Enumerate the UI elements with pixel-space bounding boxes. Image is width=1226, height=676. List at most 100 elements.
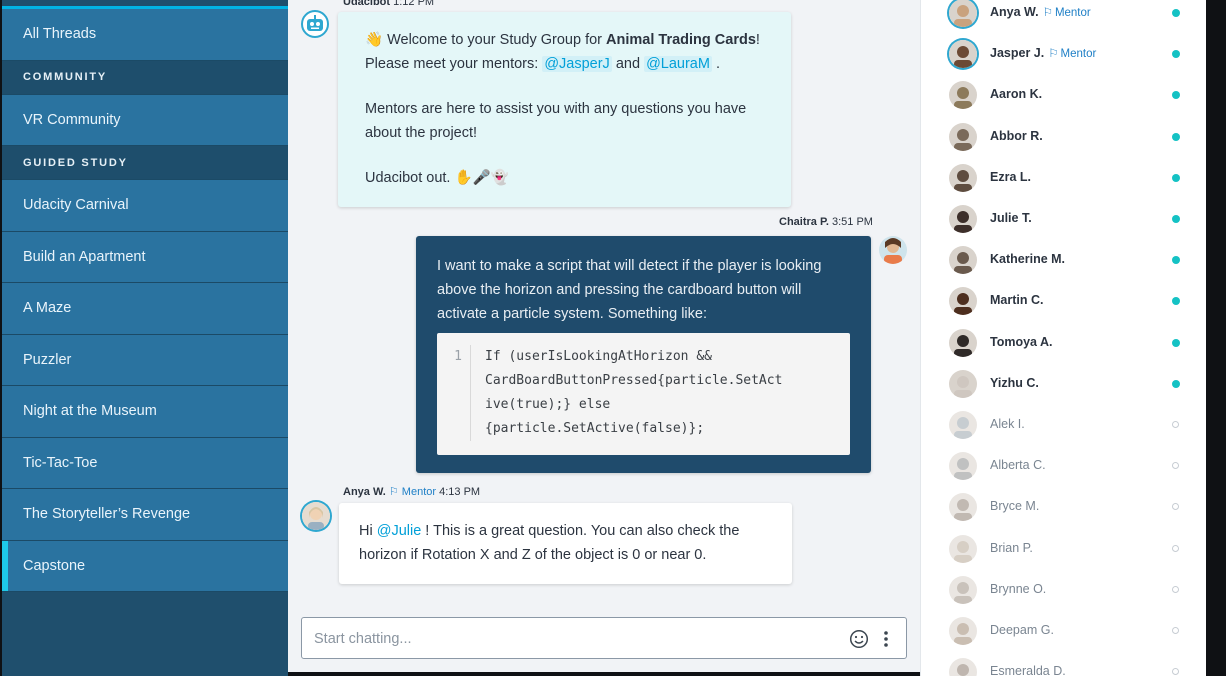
member-name-wrap: Julie T. [990,211,1032,225]
member-row[interactable]: Brynne O. [921,575,1206,617]
sidebar-label: Build an Apartment [23,248,146,265]
sidebar-item-vr-community[interactable]: VR Community [2,94,288,146]
mention-laurám[interactable]: @LauraM [644,56,712,72]
member-name-wrap: Martin C. [990,293,1043,307]
mentor-flag-icon: ⚐ [1042,7,1053,19]
anya-avatar [302,502,330,530]
member-role: Mentor [1054,7,1091,19]
member-name-wrap: Aaron K. [990,87,1042,101]
member-row[interactable]: Anya W. ⚐ Mentor [921,0,1206,40]
mentors-intro-text: Please meet your mentors: [365,56,543,72]
chaitra-author: Chaitra P. [779,216,829,228]
member-row[interactable]: Bryce M. [921,493,1206,534]
offline-status-dot [1172,544,1179,552]
sidebar-item-a-maze[interactable]: A Maze [2,283,288,335]
member-row[interactable]: Abbor R. [921,122,1206,164]
member-row[interactable]: Yizhu C. [921,369,1206,411]
member-row[interactable]: Alberta C. [921,452,1206,493]
online-status-dot [1172,338,1180,347]
sidebar-item-udacity-carnival[interactable]: Udacity Carnival [2,180,288,232]
member-name-wrap: Abbor R. [990,129,1043,143]
mentor-flag-icon: ⚐ [388,486,399,498]
sidebar-label: The Storyteller’s Revenge [23,506,191,523]
member-name-wrap: Esmeralda D. [990,664,1066,676]
chat-composer [301,617,907,659]
avatar [949,534,977,563]
online-status-dot [1172,173,1180,182]
more-options-icon[interactable] [875,628,897,650]
sidebar-label: Puzzler [23,351,72,368]
mention-jasperj[interactable]: @JasperJ [542,56,612,72]
offline-status-dot [1172,585,1179,593]
avatar [949,0,977,27]
code-block: 1 If (userIsLookingAtHorizon && CardBoar… [437,333,850,455]
member-name: Yizhu C. [990,375,1039,390]
member-name: Ezra L. [990,169,1031,184]
member-row[interactable]: Esmeralda D. [921,658,1206,676]
sidebar-item-the-storyteller-s-revenge[interactable]: The Storyteller’s Revenge [2,489,288,541]
member-row[interactable]: Katherine M. [921,246,1206,287]
member-row[interactable]: Ezra L. [921,163,1206,205]
member-role: Mentor [1060,48,1097,61]
member-name-wrap: Alberta C. [990,458,1046,472]
sidebar-item-puzzler[interactable]: Puzzler [2,334,288,386]
sidebar-label: VR Community [23,111,121,128]
bot-welcome-text: Welcome to your Study Group for [387,32,607,48]
avatar [949,617,977,645]
chat-input[interactable] [314,628,814,650]
mentors-end-text: . [711,56,721,72]
member-row[interactable]: Aaron K. [921,81,1206,122]
member-row[interactable]: Deepam G. [921,617,1206,658]
member-row[interactable]: Julie T. [921,205,1206,246]
member-name: Jasper J. [990,46,1045,61]
sidebar-label: Udacity Carnival [23,197,129,214]
member-row[interactable]: Brian P. [921,534,1206,576]
member-row[interactable]: Jasper J. ⚐ Mentor [921,40,1206,81]
emoji-icon[interactable] [848,628,870,650]
anya-time: 4:13 PM [439,486,481,498]
bot-mentors-line: Please meet your mentors: @JasperJ and @… [365,52,764,76]
study-group-name: Animal Trading Cards [606,32,756,48]
avatar [949,163,977,192]
bot-message-bubble: 👋 Welcome to your Study Group for Animal… [338,12,791,207]
bot-message-meta: Udacibot 1:12 PM [343,0,434,8]
member-name: Alberta C. [990,458,1046,473]
bot-signoff-line: Udacibot out. ✋🎤👻 [365,166,764,190]
sidebar-item-tic-tac-toe[interactable]: Tic-Tac-Toe [2,437,288,489]
sidebar-item-night-at-the-museum[interactable]: Night at the Museum [2,386,288,438]
sidebar-label: Capstone [23,557,86,574]
member-name: Anya W. [990,5,1039,19]
online-status-dot [1172,379,1180,388]
avatar [949,328,977,357]
member-name-wrap: Tomoya A. [990,335,1053,349]
sidebar-section-header: COMMUNITY [2,60,288,95]
member-row[interactable]: Alek I. [921,411,1206,452]
sidebar-item-build-an-apartment[interactable]: Build an Apartment [2,231,288,283]
offline-status-dot [1172,462,1179,470]
offline-status-dot [1172,421,1179,428]
member-name: Katherine M. [990,252,1066,267]
member-name: Martin C. [990,293,1044,308]
chaitra-time: 3:51 PM [832,216,873,228]
avatar [949,40,977,69]
sidebar-item-all-threads[interactable]: All Threads [2,9,288,61]
online-status-dot [1172,50,1180,59]
sidebar-item-capstone[interactable]: Capstone [2,540,288,592]
mention-julie[interactable]: @Julie [377,523,422,539]
code-line-number: 1 [437,345,471,441]
udacibot-avatar [301,10,329,38]
mentor-flag-icon: ⚐ [1048,48,1059,61]
avatar [949,81,977,110]
window-edge [1206,0,1226,676]
member-name-wrap: Yizhu C. [990,376,1039,390]
member-row[interactable]: Martin C. [921,287,1206,328]
bot-welcome-end: ! [755,32,760,48]
avatar [949,411,977,439]
anya-author: Anya W. [343,486,386,498]
member-row[interactable]: Tomoya A. [921,328,1206,370]
member-name-wrap: Brynne O. [990,582,1046,596]
avatar [949,658,977,676]
member-name: Alek I. [990,417,1025,431]
member-name-wrap: Jasper J. ⚐ Mentor [990,46,1096,60]
offline-status-dot [1172,627,1179,634]
